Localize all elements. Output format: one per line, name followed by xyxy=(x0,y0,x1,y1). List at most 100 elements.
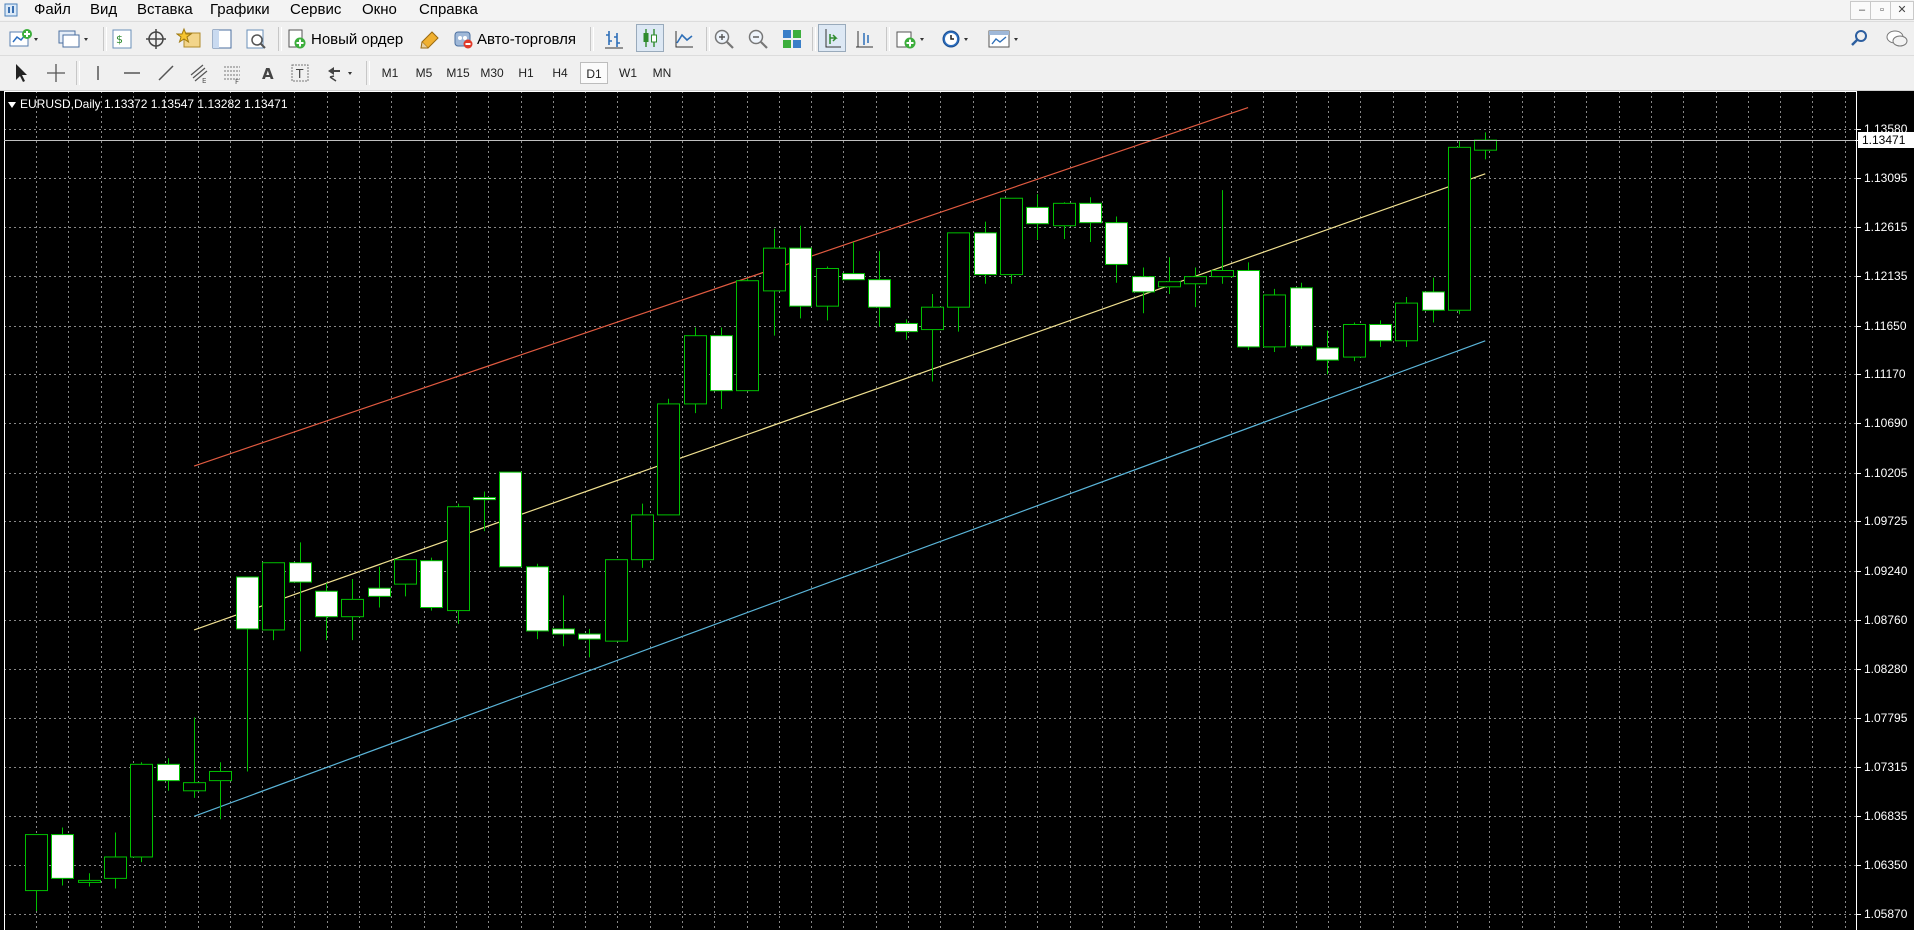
equidistant-channel-button[interactable]: E xyxy=(188,60,212,86)
candle-body-bearish xyxy=(974,232,997,276)
price-axis-label: 1.05870 xyxy=(1864,907,1908,921)
symbol-ohlc-text: EURUSD,Daily 1.13372 1.13547 1.13282 1.1… xyxy=(20,97,288,111)
text-label-button[interactable]: T xyxy=(288,60,312,86)
autoscroll-button[interactable] xyxy=(818,24,846,52)
timeframe-w1[interactable]: W1 xyxy=(614,62,642,84)
menu-file[interactable]: Файл xyxy=(34,1,71,18)
candle-body-bearish xyxy=(578,633,601,640)
crosshair-target-icon xyxy=(146,29,166,49)
new-order-button[interactable]: Новый ордер xyxy=(286,26,403,52)
zoom-in-button[interactable] xyxy=(712,26,736,52)
arrows-dropdown-button[interactable] xyxy=(324,60,358,86)
zoom-out-button[interactable] xyxy=(746,26,770,52)
price-axis-tick xyxy=(1856,914,1861,915)
data-window-button[interactable] xyxy=(144,26,168,52)
tile-windows-icon xyxy=(783,30,801,48)
price-axis-label: 1.10690 xyxy=(1864,416,1908,430)
chat-button[interactable] xyxy=(1884,26,1910,52)
close-button[interactable]: ✕ xyxy=(1890,1,1914,20)
timeframe-m1[interactable]: M1 xyxy=(376,62,404,84)
price-axis-label: 1.07315 xyxy=(1864,760,1908,774)
menu-charts[interactable]: Графики xyxy=(210,1,270,18)
templates-button[interactable] xyxy=(986,26,1022,52)
price-axis-tick xyxy=(1856,473,1861,474)
menu-view[interactable]: Вид xyxy=(90,1,117,18)
price-chart[interactable] xyxy=(0,91,1914,930)
market-watch-button[interactable]: $ xyxy=(110,26,134,52)
menu-insert[interactable]: Вставка xyxy=(137,1,193,18)
text-tool-button[interactable]: A xyxy=(256,60,280,86)
candle-body-bullish xyxy=(1000,197,1023,276)
svg-text:$: $ xyxy=(116,33,123,46)
candle-body-bullish xyxy=(341,598,364,618)
zoom-out-icon xyxy=(748,29,768,49)
price-axis-label: 1.09725 xyxy=(1864,514,1908,528)
horizontal-line-button[interactable] xyxy=(120,60,144,86)
horizontal-line-icon xyxy=(124,72,140,74)
new-chart-icon xyxy=(9,29,38,47)
metaeditor-button[interactable] xyxy=(418,26,442,52)
price-axis-tick xyxy=(1856,865,1861,866)
auto-trading-button[interactable]: Авто-торговля xyxy=(452,26,576,52)
toolbar-separator xyxy=(590,27,594,51)
toolbar-separator xyxy=(103,27,107,51)
candle-body-bearish xyxy=(368,587,391,597)
candle-body-bullish xyxy=(947,232,970,308)
price-axis-label: 1.06835 xyxy=(1864,809,1908,823)
chart-window[interactable]: EURUSD,Daily 1.13372 1.13547 1.13282 1.1… xyxy=(0,91,1914,930)
app-icon[interactable] xyxy=(4,2,20,18)
navigator-button[interactable] xyxy=(176,26,202,52)
strategy-tester-button[interactable] xyxy=(244,26,268,52)
fibonacci-button[interactable]: F xyxy=(220,60,244,86)
timeframe-h1[interactable]: H1 xyxy=(512,62,540,84)
timeframe-m30[interactable]: M30 xyxy=(478,62,506,84)
toolbar-separator xyxy=(366,61,370,85)
autoscroll-icon xyxy=(825,29,841,48)
indicators-icon xyxy=(896,31,924,49)
toolbar-separator xyxy=(76,61,80,85)
tester-magnifier-icon xyxy=(246,29,266,49)
new-chart-button[interactable] xyxy=(8,26,42,52)
timeframe-m5[interactable]: M5 xyxy=(410,62,438,84)
trendline-button[interactable] xyxy=(154,60,178,86)
candle-body-bullish xyxy=(1053,202,1076,227)
chart-background xyxy=(0,91,1914,930)
clock-icon xyxy=(942,30,968,48)
chart-shift-button[interactable] xyxy=(852,26,876,52)
timeframe-h4[interactable]: H4 xyxy=(546,62,574,84)
candle-body-bullish xyxy=(183,782,206,792)
zoom-in-icon xyxy=(714,29,734,49)
bar-chart-button[interactable] xyxy=(602,26,626,52)
line-chart-button[interactable] xyxy=(672,26,696,52)
menu-help[interactable]: Справка xyxy=(419,1,478,18)
search-button[interactable] xyxy=(1848,26,1872,52)
menu-tools[interactable]: Сервис xyxy=(290,1,341,18)
collapse-triangle-icon[interactable] xyxy=(8,101,16,108)
timeframe-m15[interactable]: M15 xyxy=(444,62,472,84)
crosshair-tool-button[interactable] xyxy=(44,60,68,86)
candle-body-bearish xyxy=(1369,323,1392,342)
toolbar-separator xyxy=(706,27,710,51)
candle-body-bullish xyxy=(1395,302,1418,342)
price-axis-label: 1.13095 xyxy=(1864,171,1908,185)
timeframe-mn[interactable]: MN xyxy=(648,62,676,84)
candlestick-chart-button[interactable] xyxy=(636,24,664,52)
svg-text:T: T xyxy=(295,67,304,81)
candle-body-bearish xyxy=(895,322,918,333)
profiles-icon xyxy=(58,30,88,48)
candle-body-bullish xyxy=(1448,146,1471,311)
candle-body-bearish xyxy=(868,279,891,308)
candle-body-bullish xyxy=(1158,281,1181,288)
indicators-button[interactable] xyxy=(894,26,928,52)
cursor-tool-button[interactable] xyxy=(8,60,32,86)
menu-window[interactable]: Окно xyxy=(362,1,397,18)
text-a-icon: A xyxy=(262,65,274,83)
timeframe-d1[interactable]: D1 xyxy=(580,62,608,84)
candle-body-bullish xyxy=(1474,139,1497,151)
tile-windows-button[interactable] xyxy=(780,26,804,52)
candlestick-icon xyxy=(643,29,657,47)
profiles-button[interactable] xyxy=(56,26,92,52)
vertical-line-button[interactable] xyxy=(86,60,110,86)
terminal-button[interactable] xyxy=(210,26,234,52)
periods-button[interactable] xyxy=(940,26,974,52)
